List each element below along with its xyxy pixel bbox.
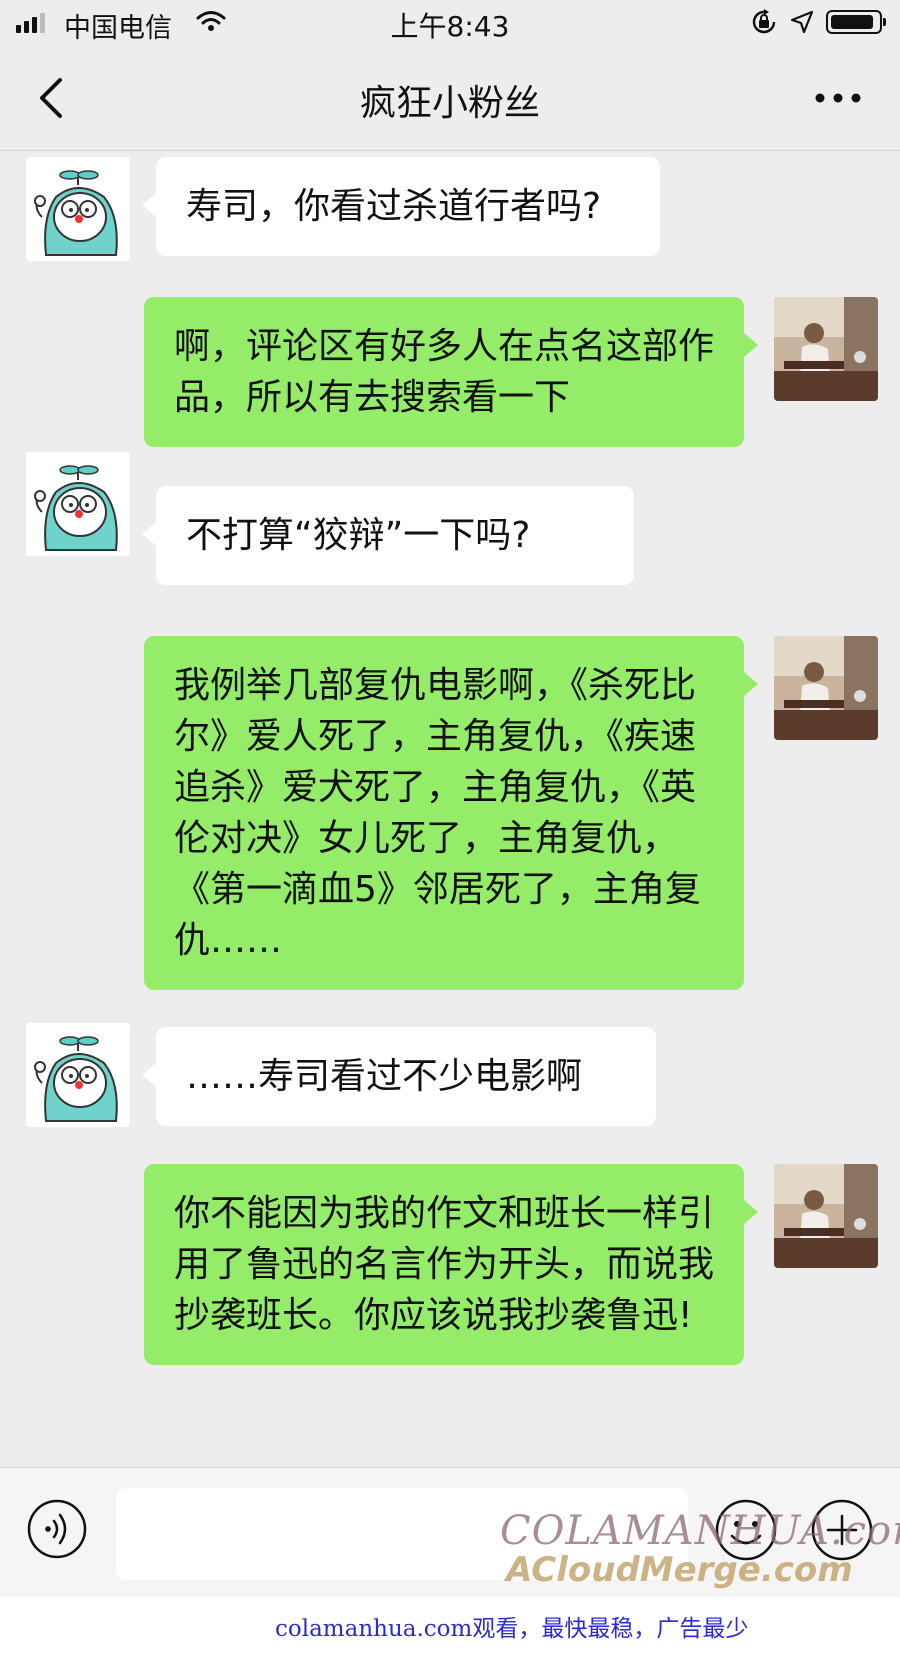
cartoon-cat-avatar-icon bbox=[26, 1023, 130, 1127]
rotation-lock-icon bbox=[752, 9, 776, 34]
cartoon-cat-avatar-icon bbox=[26, 452, 130, 556]
message-bubble-outgoing[interactable]: 你不能因为我的作文和班长一样引用了鲁迅的名言作为开头，而说我抄袭班长。你应该说我… bbox=[144, 1164, 758, 1365]
chat-area[interactable]: 寿司，你看过杀道行者吗? 啊，评论区有好多人在点名这部作品，所以有去搜索看一下 bbox=[0, 151, 900, 1467]
avatar[interactable] bbox=[774, 1164, 878, 1268]
message-bubble-outgoing[interactable]: 我例举几部复仇电影啊，《杀死比尔》爱人死了，主角复仇，《疾速追杀》爱犬死了，主角… bbox=[144, 636, 758, 990]
cartoon-cat-avatar-icon bbox=[26, 157, 130, 261]
message-bubble-incoming[interactable]: 不打算“狡辩”一下吗? bbox=[142, 486, 634, 585]
emoji-icon[interactable] bbox=[714, 1498, 778, 1562]
message-bubble-incoming[interactable]: ……寿司看过不少电影啊 bbox=[142, 1027, 656, 1126]
plus-circle-icon[interactable] bbox=[810, 1498, 874, 1562]
footer-notice: colamanhua.com观看，最快最稳，广告最少 bbox=[275, 1616, 749, 1642]
footer: colamanhua.com观看，最快最稳，广告最少 bbox=[0, 1597, 900, 1680]
user-photo-avatar-icon bbox=[774, 1164, 878, 1268]
message-bubble-outgoing[interactable]: 啊，评论区有好多人在点名这部作品，所以有去搜索看一下 bbox=[144, 297, 758, 447]
avatar[interactable] bbox=[26, 157, 130, 261]
avatar[interactable] bbox=[26, 452, 130, 556]
message-input[interactable] bbox=[116, 1488, 688, 1580]
avatar[interactable] bbox=[26, 1023, 130, 1127]
user-photo-avatar-icon bbox=[774, 636, 878, 740]
voice-icon[interactable] bbox=[26, 1498, 88, 1560]
status-right-icons bbox=[750, 8, 886, 36]
nav-bar: 疯狂小粉丝 bbox=[0, 46, 900, 151]
location-arrow-icon bbox=[790, 10, 814, 34]
message-bubble-incoming[interactable]: 寿司，你看过杀道行者吗? bbox=[142, 157, 660, 256]
status-bar: 中国电信 上午8:43 bbox=[0, 0, 900, 46]
chat-title: 疯狂小粉丝 bbox=[359, 83, 540, 124]
avatar[interactable] bbox=[774, 297, 878, 401]
user-photo-avatar-icon bbox=[774, 297, 878, 401]
more-dots-icon[interactable] bbox=[810, 80, 866, 116]
battery-icon bbox=[826, 10, 886, 34]
input-bar bbox=[0, 1467, 900, 1598]
avatar[interactable] bbox=[774, 636, 878, 740]
